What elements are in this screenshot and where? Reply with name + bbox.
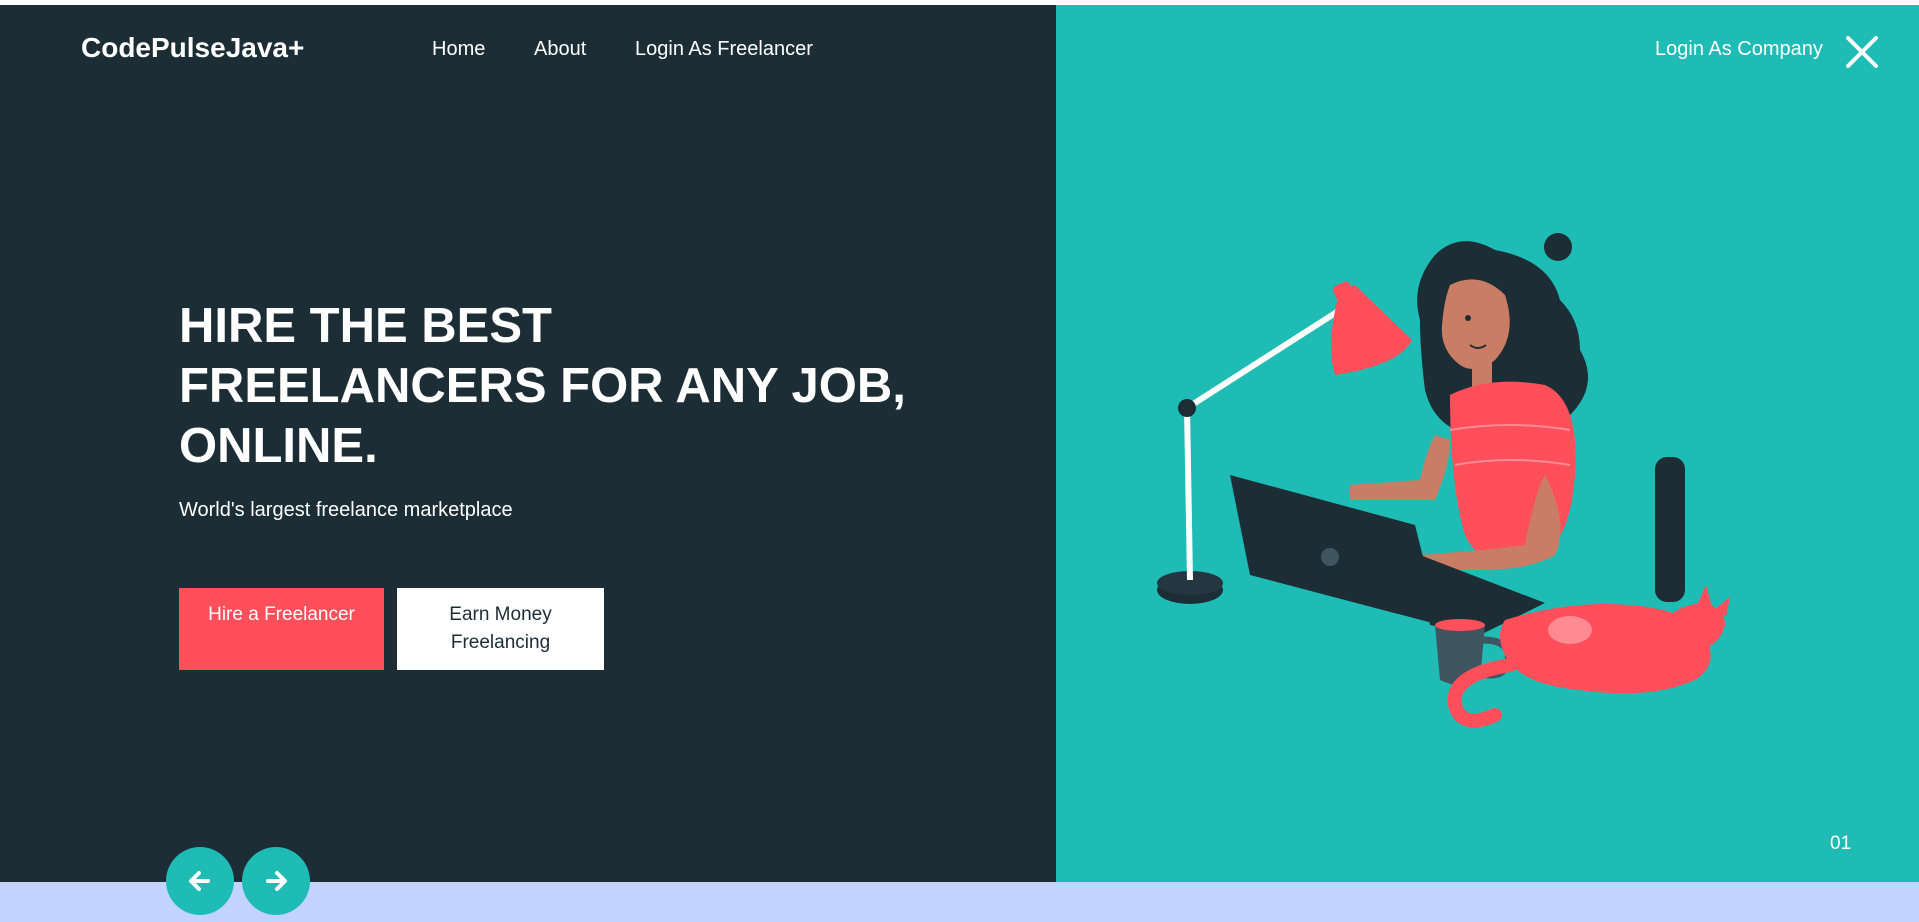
prev-slide-button[interactable]	[166, 847, 234, 915]
hero-title-line-1: HIRE THE BEST	[179, 299, 552, 353]
arrow-right-icon	[266, 871, 287, 891]
lamp-stand	[1184, 407, 1193, 581]
chair	[1655, 457, 1685, 602]
arrow-left-icon	[189, 871, 210, 891]
earn-money-button[interactable]: Earn Money Freelancing	[397, 588, 604, 670]
hero-title: HIRE THE BEST FREELANCERS FOR ANY JOB, O…	[179, 296, 979, 476]
lamp-arm	[1185, 307, 1342, 411]
hero-title-line-3: ONLINE.	[179, 419, 378, 473]
close-icon	[1846, 36, 1878, 68]
lamp-joint	[1178, 399, 1196, 417]
nav-login-company[interactable]: Login As Company	[1655, 38, 1823, 61]
nav-login-freelancer[interactable]: Login As Freelancer	[635, 38, 813, 61]
next-slide-button[interactable]	[242, 847, 310, 915]
nav-home[interactable]: Home	[432, 38, 485, 61]
woman-working-illustration	[1157, 233, 1730, 728]
hair-bun	[1544, 233, 1572, 261]
nav-about[interactable]: About	[534, 38, 586, 61]
close-button[interactable]	[1844, 34, 1880, 70]
hero-subtitle: World's largest freelance marketplace	[179, 499, 513, 521]
slide-number: 01	[1830, 833, 1852, 854]
hire-freelancer-button[interactable]: Hire a Freelancer	[179, 588, 384, 670]
hero-title-line-2: FREELANCERS FOR ANY JOB,	[179, 359, 906, 413]
cat-head	[1670, 603, 1725, 650]
laptop-logo	[1321, 548, 1339, 566]
brand-logo[interactable]: CodePulseJava+	[81, 32, 304, 64]
